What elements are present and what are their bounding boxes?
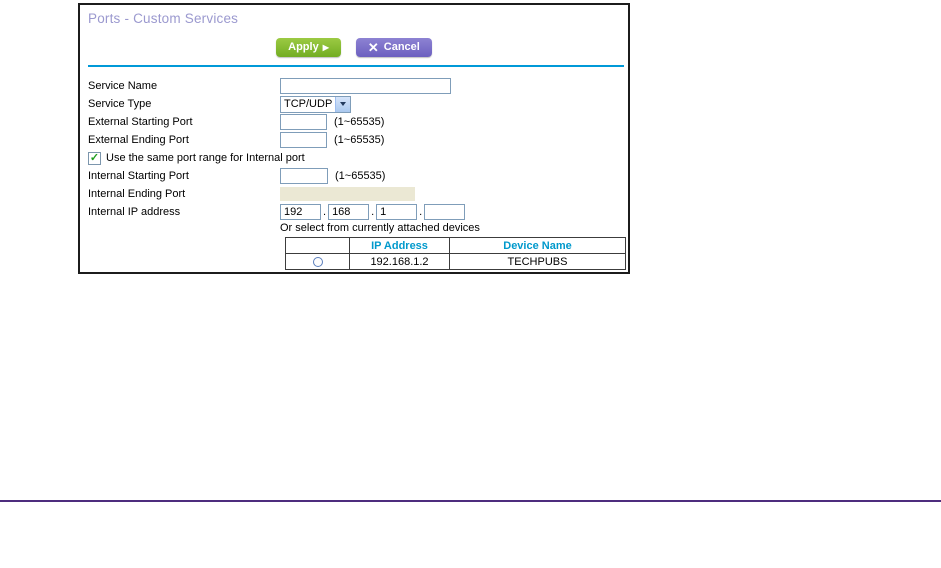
same-port-range-checkbox[interactable]: ✓ [88, 151, 101, 165]
internal-ip-label: Internal IP address [88, 206, 181, 218]
table-header-row: IP Address Device Name [285, 237, 626, 254]
same-port-range-label: Use the same port range for Internal por… [106, 152, 305, 164]
internal-ip-row: Internal IP address . . . [88, 203, 626, 221]
attached-devices-table: IP Address Device Name 192.168.1.2 TECHP… [285, 237, 626, 270]
cancel-button[interactable]: ✕ Cancel [355, 38, 432, 57]
section-divider [88, 65, 624, 67]
service-name-label: Service Name [88, 80, 158, 92]
arrow-right-icon: ▶ [322, 43, 329, 52]
port-range-hint: (1~65535) [334, 116, 385, 128]
custom-services-panel: Ports - Custom Services Apply ▶ ✕ Cancel… [78, 3, 630, 274]
service-type-row: Service Type TCP/UDP [88, 95, 626, 113]
ip-octet-2-input[interactable] [328, 204, 370, 220]
apply-button-label: Apply [288, 41, 319, 53]
service-type-label: Service Type [88, 98, 152, 110]
service-type-selected-value: TCP/UDP [284, 98, 333, 110]
external-starting-port-input[interactable] [280, 114, 327, 130]
action-button-row: Apply ▶ ✕ Cancel [80, 38, 628, 57]
ip-dot-separator: . [371, 206, 375, 218]
external-ending-port-input[interactable] [280, 132, 327, 148]
internal-starting-port-label: Internal Starting Port [88, 170, 189, 182]
port-range-hint: (1~65535) [334, 134, 385, 146]
device-name-cell: TECHPUBS [449, 253, 626, 270]
ip-octet-1-input[interactable] [280, 204, 321, 220]
device-name-column-header: Device Name [449, 237, 626, 254]
apply-button[interactable]: Apply ▶ [276, 38, 341, 57]
port-range-hint: (1~65535) [335, 170, 386, 182]
cancel-button-label: Cancel [383, 41, 420, 53]
ip-dot-separator: . [419, 206, 423, 218]
ip-octet-4-input[interactable] [424, 204, 466, 220]
internal-ending-port-row: Internal Ending Port [88, 185, 626, 203]
internal-ending-port-label: Internal Ending Port [88, 188, 186, 200]
device-ip-cell: 192.168.1.2 [349, 253, 450, 270]
external-starting-port-row: External Starting Port (1~65535) [88, 113, 626, 131]
service-name-input[interactable] [280, 78, 451, 94]
table-row: 192.168.1.2 TECHPUBS [285, 253, 626, 270]
service-name-row: Service Name [88, 77, 626, 95]
custom-service-form: Service Name Service Type TCP/UDP Extern… [88, 77, 626, 270]
ip-address-column-header: IP Address [349, 237, 450, 254]
close-x-icon: ✕ [367, 40, 379, 55]
device-radio-button[interactable] [312, 256, 323, 267]
internal-ending-port-disabled-field [280, 187, 415, 201]
ip-octet-3-input[interactable] [376, 204, 418, 220]
attached-devices-note: Or select from currently attached device… [280, 222, 480, 234]
ip-dot-separator: . [323, 206, 327, 218]
external-starting-port-label: External Starting Port [88, 116, 193, 128]
page-title: Ports - Custom Services [88, 11, 239, 26]
service-type-select[interactable]: TCP/UDP [280, 95, 351, 113]
external-ending-port-row: External Ending Port (1~65535) [88, 131, 626, 149]
same-port-range-row: ✓ Use the same port range for Internal p… [88, 149, 626, 167]
select-column-header [285, 237, 350, 254]
device-select-cell [285, 253, 350, 270]
external-ending-port-label: External Ending Port [88, 134, 189, 146]
internal-starting-port-input [280, 168, 328, 184]
chevron-down-icon[interactable] [335, 96, 350, 112]
internal-starting-port-row: Internal Starting Port (1~65535) [88, 167, 626, 185]
page-footer-divider [0, 500, 941, 502]
